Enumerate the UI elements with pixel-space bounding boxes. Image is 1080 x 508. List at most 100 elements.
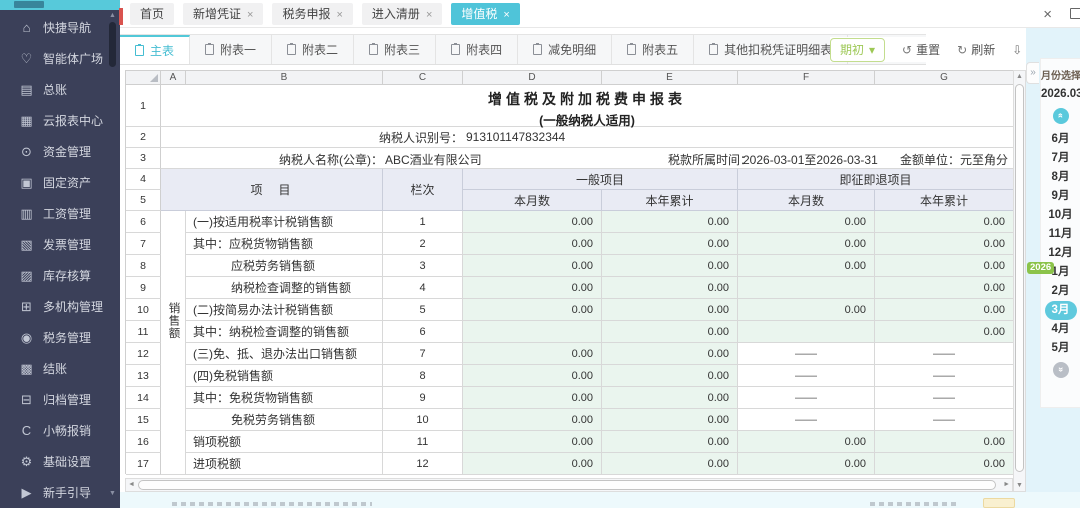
value-cell[interactable]: 0.00	[875, 321, 1014, 343]
scroll-up-arrow-icon[interactable]: ▲	[109, 12, 116, 19]
value-cell[interactable]: 0.00	[738, 255, 875, 277]
select-all-corner[interactable]	[126, 71, 161, 85]
value-cell[interactable]: 0.00	[602, 343, 738, 365]
month-item[interactable]: 6月	[1041, 130, 1080, 149]
tab-close-icon[interactable]: ×	[247, 9, 253, 21]
value-cell[interactable]: 0.00	[602, 211, 738, 233]
row-header[interactable]: 7	[126, 233, 161, 255]
month-item[interactable]: 7月	[1041, 149, 1080, 168]
column-header[interactable]: A	[161, 71, 186, 85]
column-header[interactable]: B	[186, 71, 383, 85]
refresh-button[interactable]: ↻ 刷新	[957, 41, 995, 58]
sidebar-item[interactable]: ▣ 固定资产	[0, 167, 108, 198]
value-cell[interactable]: 0.00	[875, 211, 1014, 233]
row-header[interactable]: 13	[126, 365, 161, 387]
sidebar-item[interactable]: ⚙ 基础设置	[0, 446, 108, 477]
sidebar-item[interactable]: ⊙ 资金管理	[0, 136, 108, 167]
value-cell[interactable]: 0.00	[463, 299, 602, 321]
value-cell[interactable]: 0.00	[463, 233, 602, 255]
tab-close-icon[interactable]: ×	[503, 9, 509, 21]
month-item[interactable]: 4月	[1041, 320, 1080, 339]
value-cell[interactable]: 0.00	[875, 233, 1014, 255]
row-header[interactable]: 12	[126, 343, 161, 365]
value-cell[interactable]: 0.00	[463, 431, 602, 453]
scroll-down-arrow-icon[interactable]: ▼	[1014, 482, 1025, 489]
sidebar-item[interactable]: ▶ 新手引导	[0, 477, 108, 508]
column-header[interactable]: G	[875, 71, 1014, 85]
value-cell[interactable]	[463, 321, 602, 343]
month-item[interactable]: 8月	[1041, 168, 1080, 187]
value-cell[interactable]: 0.00	[875, 431, 1014, 453]
scroll-up-arrow-icon[interactable]: ▲	[1014, 73, 1025, 80]
expand-icon[interactable]	[1068, 5, 1080, 23]
row-header[interactable]: 3	[126, 148, 161, 169]
months-scroll-down-button[interactable]: «	[1052, 362, 1069, 378]
month-item[interactable]: 2月	[1041, 282, 1080, 301]
period-button[interactable]: 期初 ▾	[830, 37, 886, 62]
value-cell[interactable]: 0.00	[602, 387, 738, 409]
sheet-tab[interactable]: 附表三	[354, 35, 437, 64]
close-icon[interactable]: ×	[1043, 6, 1052, 23]
value-cell[interactable]: 0.00	[738, 233, 875, 255]
value-cell[interactable]: 0.00	[463, 387, 602, 409]
value-cell[interactable]: 0.00	[738, 211, 875, 233]
sidebar-scrollbar-thumb[interactable]	[109, 22, 116, 67]
page-tab[interactable]: 首页	[130, 3, 175, 25]
scroll-down-arrow-icon[interactable]: ▼	[109, 490, 116, 497]
horizontal-scrollbar-thumb[interactable]	[138, 480, 996, 490]
row-header[interactable]: 8	[126, 255, 161, 277]
sheet-tab[interactable]: 减免明细	[518, 35, 613, 64]
sheet-tab[interactable]: 附表二	[272, 35, 355, 64]
column-header[interactable]: C	[383, 71, 463, 85]
column-header[interactable]: F	[738, 71, 875, 85]
row-header[interactable]: 10	[126, 299, 161, 321]
value-cell[interactable]: 0.00	[463, 255, 602, 277]
row-header[interactable]: 9	[126, 277, 161, 299]
row-header[interactable]: 15	[126, 409, 161, 431]
sidebar-item[interactable]: ▤ 总账	[0, 74, 108, 105]
value-cell[interactable]: 0.00	[463, 343, 602, 365]
value-cell[interactable]: 0.00	[463, 211, 602, 233]
sheet-tab[interactable]: 附表四	[436, 35, 519, 64]
sidebar-item[interactable]: ⊞ 多机构管理	[0, 291, 108, 322]
value-cell[interactable]: 0.00	[463, 409, 602, 431]
horizontal-scrollbar[interactable]: ◄ ►	[125, 478, 1013, 492]
vertical-scrollbar-thumb[interactable]	[1015, 84, 1024, 472]
month-item[interactable]: 3月	[1044, 301, 1077, 320]
page-tab[interactable]: 增值税 ×	[451, 3, 520, 25]
months-scroll-up-button[interactable]: «	[1052, 108, 1069, 124]
value-cell[interactable]: 0.00	[602, 453, 738, 475]
row-header[interactable]: 14	[126, 387, 161, 409]
column-header[interactable]: D	[463, 71, 602, 85]
value-cell[interactable]	[738, 321, 875, 343]
value-cell[interactable]: 0.00	[602, 321, 738, 343]
value-cell[interactable]: 0.00	[602, 255, 738, 277]
value-cell[interactable]: 0.00	[602, 431, 738, 453]
value-cell[interactable]: 0.00	[602, 277, 738, 299]
sheet-tab[interactable]: 主表	[120, 35, 191, 64]
value-cell[interactable]: 0.00	[602, 409, 738, 431]
value-cell[interactable]: 0.00	[875, 299, 1014, 321]
page-tab[interactable]: 新增凭证 ×	[183, 3, 264, 25]
tab-close-icon[interactable]: ×	[336, 9, 342, 21]
sheet-tab[interactable]: 其他扣税凭证明细表	[694, 35, 849, 64]
month-item[interactable]: 11月	[1041, 225, 1080, 244]
row-header[interactable]: 17	[126, 453, 161, 475]
sheet-tab[interactable]: 附表五	[612, 35, 695, 64]
sidebar-item[interactable]: ⌂ 快捷导航	[0, 12, 108, 43]
sidebar-item[interactable]: ▨ 库存核算	[0, 260, 108, 291]
value-cell[interactable]: 0.00	[875, 255, 1014, 277]
value-cell[interactable]: 0.00	[875, 277, 1014, 299]
page-tab[interactable]: 税务申报 ×	[272, 3, 353, 25]
value-cell[interactable]: 0.00	[602, 299, 738, 321]
row-header[interactable]: 11	[126, 321, 161, 343]
reset-button[interactable]: ↺ 重置	[902, 41, 940, 58]
row-header[interactable]: 6	[126, 211, 161, 233]
month-item[interactable]: 9月	[1041, 187, 1080, 206]
value-cell[interactable]: 0.00	[602, 365, 738, 387]
sidebar-item[interactable]: C 小畅报销	[0, 415, 108, 446]
sidebar-item[interactable]: ▦ 云报表中心	[0, 105, 108, 136]
month-item[interactable]: 12月	[1041, 244, 1080, 263]
sidebar-item[interactable]: ♡ 智能体广场	[0, 43, 108, 74]
value-cell[interactable]: 0.00	[602, 233, 738, 255]
